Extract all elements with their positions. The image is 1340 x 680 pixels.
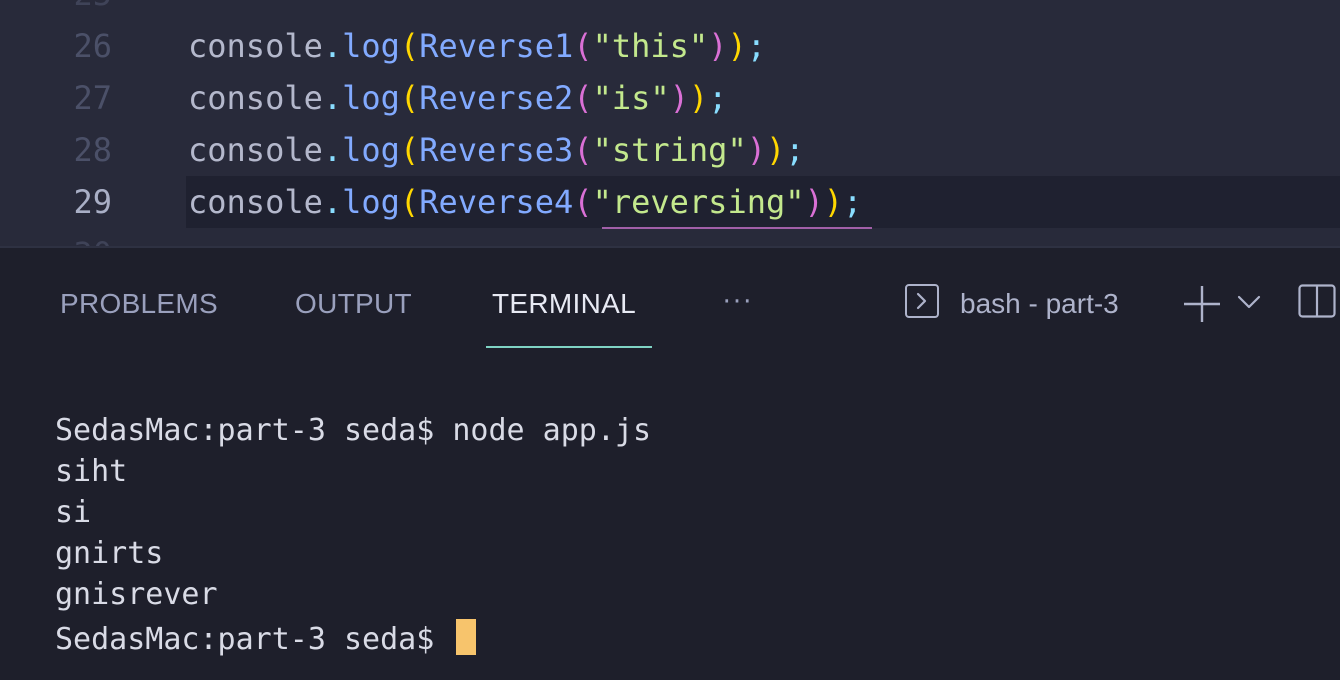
code-line-28[interactable]: 28 console.log(Reverse3("string")); [0, 124, 1340, 176]
terminal-line: si [55, 495, 92, 530]
code-text: console.log(Reverse1("this")); [188, 30, 766, 62]
token-method: log [342, 79, 400, 117]
line-number-partial-top: 25 [0, 0, 112, 10]
token-semicolon: ; [843, 183, 863, 221]
token-method: log [342, 27, 400, 65]
token-semicolon: ; [746, 27, 766, 65]
line-number: 29 [73, 183, 112, 221]
token-paren-close-inner: ) [708, 27, 728, 65]
code-editor[interactable]: 25 26 console.log(Reverse1("this")); 27 … [0, 0, 1340, 246]
token-paren-close: ) [765, 131, 786, 169]
token-object: console [188, 27, 323, 65]
token-object: console [188, 79, 323, 117]
active-tab-indicator [486, 346, 652, 348]
code-text: console.log(Reverse2("is")); [188, 82, 727, 114]
token-semicolon: ; [785, 131, 805, 169]
token-dot: . [322, 79, 343, 117]
code-line-26[interactable]: 26 console.log(Reverse1("this")); [0, 20, 1340, 72]
terminal-line: siht [55, 454, 128, 489]
tab-problems[interactable]: PROBLEMS [60, 284, 218, 324]
token-object: console [188, 183, 323, 221]
token-paren-close: ) [688, 79, 709, 117]
token-dot: . [322, 27, 343, 65]
tab-output[interactable]: OUTPUT [295, 284, 412, 324]
token-string: "reversing" [592, 183, 805, 221]
token-object: console [188, 131, 323, 169]
terminal-prompt: SedasMac:part-3 seda$ [55, 622, 453, 657]
token-function: Reverse4 [419, 183, 574, 221]
line-number: 27 [73, 79, 112, 117]
terminal-selector-label[interactable]: bash - part-3 [960, 284, 1119, 324]
token-function: Reverse1 [419, 27, 574, 65]
token-paren-open-inner: ( [573, 183, 593, 221]
token-paren-close: ) [823, 183, 844, 221]
token-semicolon: ; [708, 79, 728, 117]
token-paren-open: ( [399, 79, 420, 117]
token-paren-open-inner: ( [573, 79, 593, 117]
bottom-panel: PROBLEMS OUTPUT TERMINAL ··· bash - part… [0, 246, 1340, 680]
code-line-29-current[interactable]: 29 console.log(Reverse4("reversing")); [0, 176, 1340, 228]
token-method: log [342, 183, 400, 221]
token-method: log [342, 131, 400, 169]
token-string: "this" [592, 27, 709, 65]
token-paren-open-inner: ( [573, 27, 593, 65]
more-actions-icon[interactable]: ··· [716, 282, 760, 322]
terminal-cursor [456, 619, 477, 655]
token-paren-open: ( [399, 183, 420, 221]
code-text: console.log(Reverse4("reversing")); [188, 186, 862, 218]
token-paren-close: ) [727, 27, 747, 65]
split-terminal-icon[interactable] [1298, 284, 1336, 318]
terminal-line: gnirts [55, 536, 164, 571]
token-dot: . [322, 131, 343, 169]
token-paren-open: ( [399, 27, 420, 65]
token-function: Reverse2 [419, 79, 574, 117]
token-paren-close-inner: ) [669, 79, 689, 117]
token-paren-close-inner: ) [804, 183, 824, 221]
token-paren-close-inner: ) [746, 131, 766, 169]
terminal-line: gnisrever [55, 577, 218, 612]
code-text: console.log(Reverse3("string")); [188, 134, 805, 166]
token-paren-open-inner: ( [573, 131, 593, 169]
token-dot: . [322, 183, 343, 221]
terminal-line: SedasMac:part-3 seda$ node app.js [55, 413, 652, 448]
code-line-27[interactable]: 27 console.log(Reverse2("is")); [0, 72, 1340, 124]
token-string: "is" [592, 79, 670, 117]
token-function: Reverse3 [419, 131, 574, 169]
line-number-partial-bottom: 30 [0, 238, 112, 246]
line-number: 26 [73, 27, 112, 65]
tab-terminal[interactable]: TERMINAL [492, 284, 636, 324]
new-terminal-plus-icon[interactable] [1180, 282, 1224, 326]
bracket-match-underline [602, 227, 872, 229]
token-paren-open: ( [399, 131, 420, 169]
line-number: 28 [73, 131, 112, 169]
terminal-prompt-line[interactable]: SedasMac:part-3 seda$ [55, 619, 477, 657]
token-string: "string" [592, 131, 747, 169]
chevron-down-icon[interactable] [1236, 292, 1262, 312]
terminal-shell-icon[interactable] [905, 284, 939, 318]
